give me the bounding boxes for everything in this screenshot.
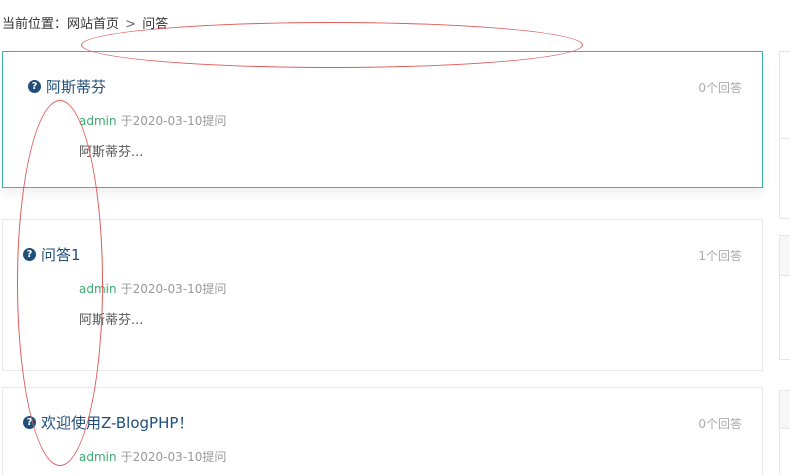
breadcrumb: 当前位置：网站首页 > 问答 xyxy=(2,13,168,32)
breadcrumb-home-link[interactable]: 网站首页 xyxy=(67,17,119,32)
sidebar-panel xyxy=(779,51,790,219)
question-title[interactable]: 欢迎使用Z-BlogPHP！ xyxy=(41,412,193,433)
answer-count: 0个回答 xyxy=(698,417,742,431)
sidebar-panel xyxy=(779,390,790,475)
question-circle-icon: ? xyxy=(23,416,36,429)
question-meta: admin 于2020-03-10提问 xyxy=(79,280,226,297)
question-card[interactable]: ? 问答1 1个回答 admin 于2020-03-10提问 阿斯蒂芬... xyxy=(2,219,763,371)
question-title-link[interactable]: ? 问答1 xyxy=(23,244,81,265)
question-title[interactable]: 问答1 xyxy=(41,244,81,265)
author-link[interactable]: admin xyxy=(79,282,117,296)
question-date: 于2020-03-10提问 xyxy=(120,114,227,128)
answer-count: 1个回答 xyxy=(698,249,742,263)
answer-count: 0个回答 xyxy=(698,81,742,95)
breadcrumb-separator: > xyxy=(125,17,137,32)
question-circle-icon: ? xyxy=(23,248,36,261)
question-title-link[interactable]: ? 欢迎使用Z-BlogPHP！ xyxy=(23,412,193,433)
question-excerpt: 阿斯蒂芬... xyxy=(79,313,144,328)
question-card[interactable]: ? 阿斯蒂芬 0个回答 admin 于2020-03-10提问 阿斯蒂芬... xyxy=(2,51,763,188)
question-date: 于2020-03-10提问 xyxy=(120,450,227,464)
breadcrumb-current: 问答 xyxy=(142,17,169,32)
author-link[interactable]: admin xyxy=(79,114,117,128)
question-meta: admin 于2020-03-10提问 xyxy=(79,448,226,465)
question-meta: admin 于2020-03-10提问 xyxy=(79,112,226,129)
question-card[interactable]: ? 欢迎使用Z-BlogPHP！ 0个回答 admin 于2020-03-10提问 xyxy=(2,387,763,475)
author-link[interactable]: admin xyxy=(79,450,117,464)
question-date: 于2020-03-10提问 xyxy=(120,282,227,296)
question-excerpt: 阿斯蒂芬... xyxy=(79,145,144,160)
question-title[interactable]: 阿斯蒂芬 xyxy=(46,76,106,97)
question-title-link[interactable]: ? 阿斯蒂芬 xyxy=(28,76,106,97)
sidebar-panel xyxy=(779,235,790,360)
breadcrumb-prefix: 当前位置： xyxy=(2,17,68,32)
question-circle-icon: ? xyxy=(28,80,41,93)
